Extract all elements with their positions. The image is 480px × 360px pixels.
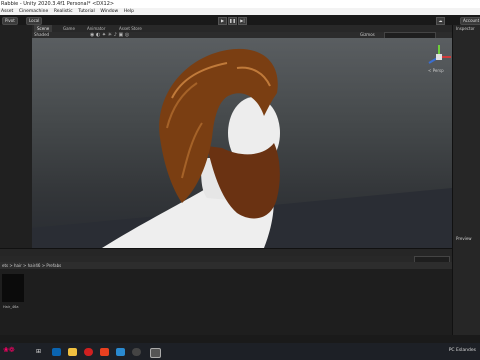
status-bar [0, 335, 480, 343]
menu-realistic[interactable]: Realistic [54, 8, 73, 15]
menu-tutorial[interactable]: Tutorial [78, 8, 95, 15]
menu-help[interactable]: Help [124, 8, 134, 15]
project-content [0, 269, 452, 335]
asset-thumbnail[interactable] [2, 274, 24, 302]
pivot-toggle[interactable]: Pivot [2, 17, 18, 25]
app-icon[interactable] [116, 348, 125, 356]
hierarchy-panel[interactable] [0, 25, 32, 248]
main-toolbar: Pivot Local ▶ ❚❚ ▶| ☁ Account [0, 15, 480, 25]
inspector-panel: Inspector Preview [452, 25, 480, 335]
unity-editor-icon[interactable] [150, 348, 161, 358]
tab-asset-store[interactable]: Asset Store [116, 25, 145, 32]
scene-viewport[interactable]: < Persp [32, 38, 452, 248]
tab-animator[interactable]: Animator [84, 25, 108, 32]
local-toggle[interactable]: Local [26, 17, 43, 25]
file-explorer-icon[interactable] [68, 348, 77, 356]
colorful-logo-icon: ❀❁ [3, 346, 15, 354]
breadcrumb: ets > hair > hair46 > Prefabs [0, 262, 452, 269]
edge-icon[interactable] [52, 348, 61, 356]
window-title: Rabbie - Unity 2020.3.4f1 Personal* <DX1… [1, 1, 115, 7]
menu-asset[interactable]: Asset [1, 8, 13, 15]
character-render [32, 48, 452, 248]
opera-icon[interactable] [84, 348, 93, 356]
account-dropdown[interactable]: Account [460, 17, 480, 25]
menu-window[interactable]: Window [100, 8, 118, 15]
unity-hub-icon[interactable] [132, 348, 141, 356]
perspective-label[interactable]: < Persp [428, 68, 444, 73]
tab-game[interactable]: Game [60, 25, 78, 32]
menu-cinemachine[interactable]: Cinemachine [19, 8, 48, 15]
window-titlebar: Rabbie - Unity 2020.3.4f1 Personal* <DX1… [0, 0, 480, 8]
breadcrumb-path[interactable]: ets > hair > hair46 > Prefabs [0, 263, 61, 268]
tab-scene[interactable]: Scene [34, 25, 53, 32]
inspector-tab[interactable]: Inspector [456, 26, 475, 31]
pause-button[interactable]: ❚❚ [228, 17, 237, 25]
preview-tab[interactable]: Preview [456, 236, 472, 241]
step-button[interactable]: ▶| [238, 17, 247, 25]
menu-bar: Asset Cinemachine Realistic Tutorial Win… [0, 8, 480, 15]
collab-icon[interactable]: ☁ [436, 17, 445, 25]
chrome-icon[interactable] [100, 348, 109, 356]
asset-label[interactable]: Hair_46a [3, 305, 19, 309]
start-icon[interactable]: ⊞ [36, 348, 41, 355]
system-tray-text[interactable]: PC Eslandes [449, 348, 476, 353]
play-button[interactable]: ▶ [218, 17, 227, 25]
